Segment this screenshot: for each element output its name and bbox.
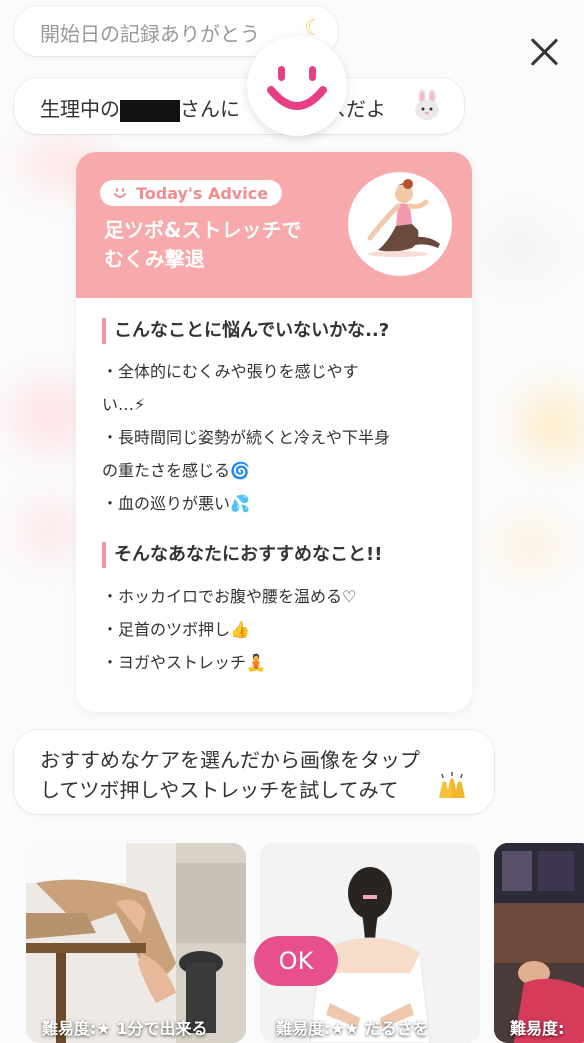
list-item: の重たさを感じる🌀 [102,461,250,480]
background-blob [500,520,560,570]
care-card-label: 難易度:★ 1分で出来る [42,1019,208,1038]
chat-bubble-line2: してツボ押しやストレッチを試してみて [40,778,399,802]
care-card-ankle[interactable]: 難易度:★ 1分で出来る [26,843,246,1043]
chat-bubble-period-advice: 生理中の さんに スだよ [14,78,464,134]
background-blob [520,390,584,460]
advice-title-line2: むくみ撃退 [104,247,205,271]
chat-bubble-text: 開始日の記録ありがとう [40,22,260,46]
care-card-label: 難易度:★★ だるさを [276,1019,429,1038]
ok-button[interactable]: OK [254,936,338,986]
smiley-avatar [247,36,347,136]
list-item: い…⚡ [102,395,146,414]
list-item: ・長時間同じ姿勢が続くと冷えや下半身 [102,428,391,447]
advice-card-header: Today's Advice 足ツボ&ストレッチで むくみ撃退 [76,152,472,298]
list-item: ・ヨガやストレッチ🧘 [102,653,266,672]
section-heading-recommend: そんなあなたにおすすめなこと!! [102,542,382,568]
background-blob [20,500,80,560]
redacted-name [120,99,180,122]
yoga-illustration [348,172,452,276]
worries-list: ・全体的にむくみや張りを感じやす い…⚡ ・長時間同じ姿勢が続くと冷えや下半身 … [102,355,452,520]
background-blob [480,220,560,280]
smiley-face-icon [267,66,327,110]
care-card-label: 難易度: [510,1019,565,1038]
list-item: ・全体的にむくみや張りを感じやす [102,362,359,381]
rabbit-icon [410,88,444,127]
close-icon[interactable] [528,36,560,68]
chat-bubble-prefix: 生理中の [40,97,120,121]
chat-bubble-line1: おすすめなケアを選んだから画像をタップ [40,748,420,772]
section-heading-worries: こんなことに悩んでいないかな..? [102,318,389,344]
smile-icon [114,188,126,198]
list-item: ・血の巡りが悪い💦 [102,494,250,513]
chat-bubble-mid: さんに [180,97,240,121]
advice-title-line1: 足ツボ&ストレッチで [104,218,302,242]
list-item: ・足首のツボ押し👍 [102,620,250,639]
list-item: ・ホッカイロでお腹や腰を温める♡ [102,587,357,606]
advice-card: Today's Advice 足ツボ&ストレッチで むくみ撃退 こんなことに悩ん… [76,152,472,712]
advice-title: 足ツボ&ストレッチで むくみ撃退 [104,216,344,274]
yoga-pose-image [494,843,584,1043]
badge-label: Today's Advice [136,183,269,203]
ankle-massage-image [26,843,246,1043]
recommend-list: ・ホッカイロでお腹や腰を温める♡ ・足首のツボ押し👍 ・ヨガやストレッチ🧘 [102,580,452,679]
todays-advice-badge: Today's Advice [100,180,283,206]
care-card-yoga[interactable]: 難易度: [494,843,584,1043]
raised-hands-icon [436,772,468,807]
chat-bubble-care-suggestion: おすすめなケアを選んだから画像をタップ してツボ押しやストレッチを試してみて [14,730,494,814]
